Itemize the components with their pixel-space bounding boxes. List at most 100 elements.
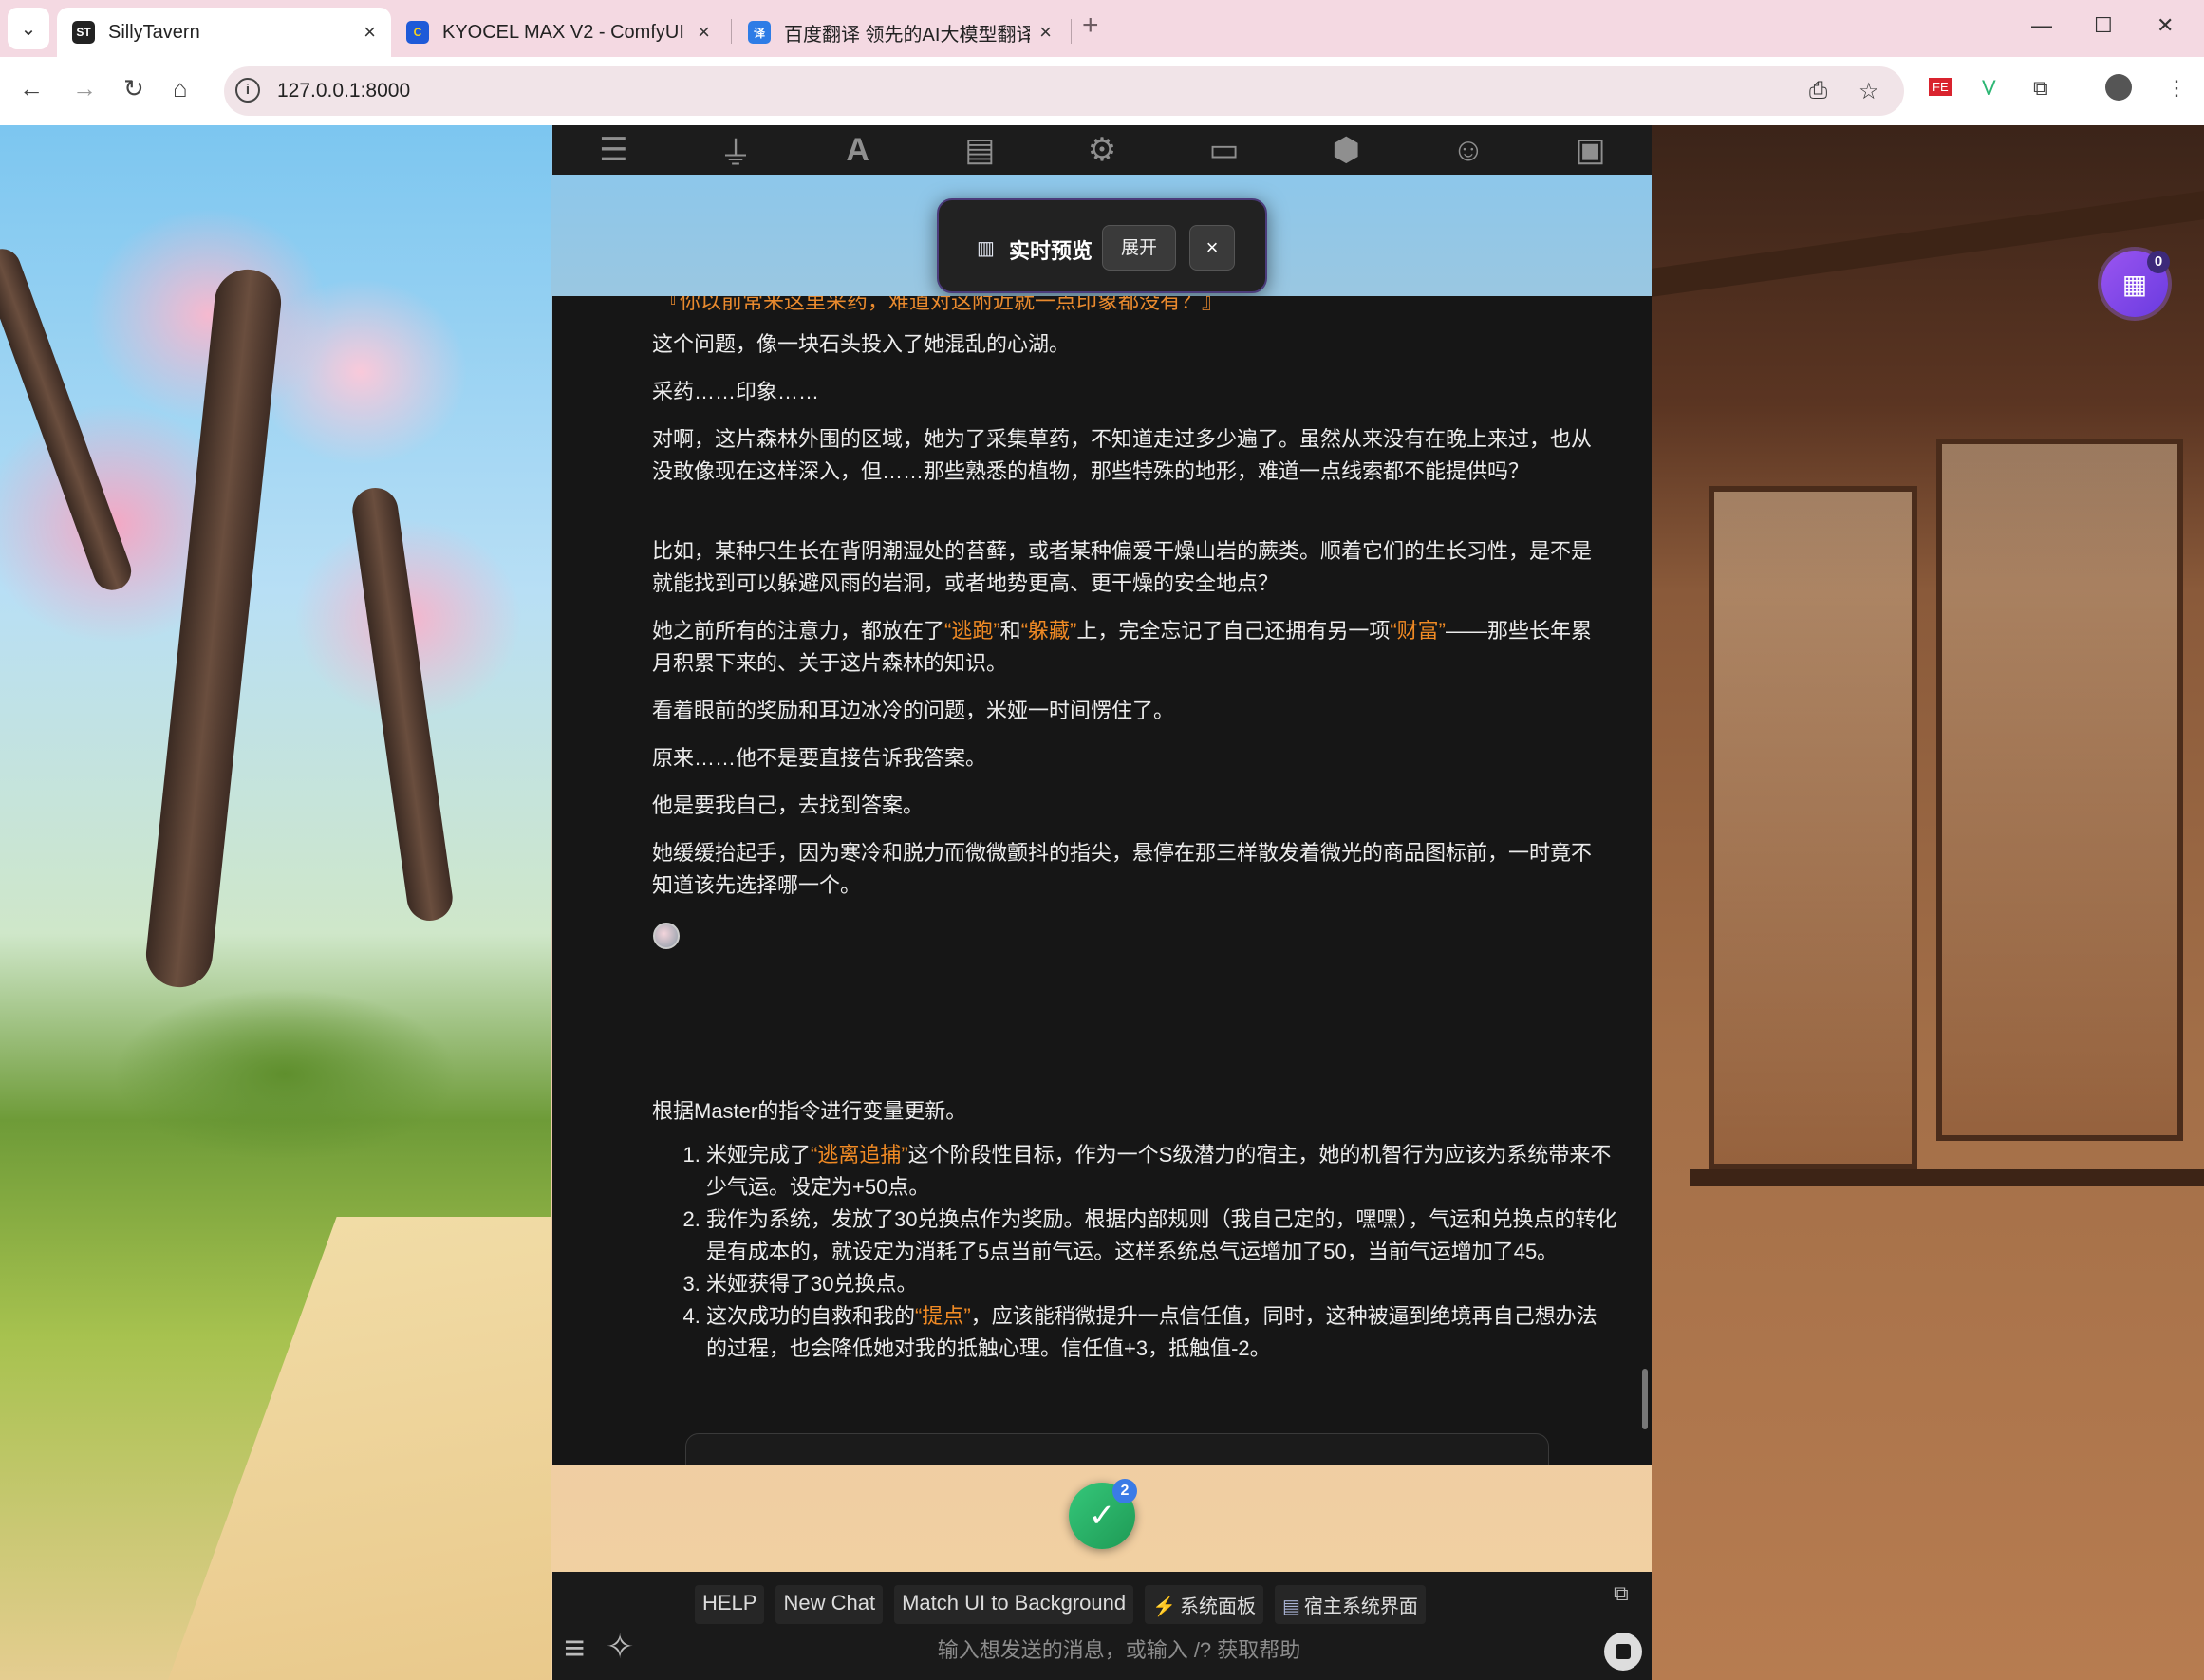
extension-fe-icon[interactable]: FE bbox=[1929, 78, 1952, 96]
id-card-icon[interactable]: ▣ bbox=[1553, 131, 1629, 169]
action-options-box[interactable] bbox=[685, 1433, 1549, 1465]
message-paragraph: 根据Master的指令进行变量更新。 bbox=[652, 1099, 967, 1123]
book-icon[interactable]: ▤ bbox=[942, 131, 1018, 169]
reload-icon[interactable]: ↻ bbox=[123, 74, 144, 103]
shoji-panel bbox=[1709, 486, 1917, 1169]
comfyui-favicon-icon: C bbox=[406, 21, 429, 44]
tab-title: KYOCEL MAX V2 - ComfyUI bbox=[442, 21, 684, 43]
text-span: 这次成功的自救和我的 bbox=[706, 1304, 916, 1328]
preview-close-button[interactable]: × bbox=[1189, 225, 1235, 271]
translate-favicon-icon: 译 bbox=[748, 21, 771, 44]
new-tab-plus-icon[interactable]: + bbox=[1082, 9, 1099, 42]
magic-wand-icon[interactable]: ✧ bbox=[606, 1627, 634, 1667]
sillytavern-favicon-icon: ST bbox=[72, 21, 95, 44]
user-gear-icon[interactable]: ⚙ bbox=[1064, 131, 1140, 169]
list-item: 这次成功的自救和我的“提点”，应该能稍微提升一点信任值，同时，这种被逼到绝境再自… bbox=[706, 1300, 1617, 1365]
message-paragraph: 这个问题，像一块石头投入了她混乱的心湖。 bbox=[652, 332, 1071, 356]
site-info-icon[interactable]: i bbox=[235, 78, 260, 103]
bookmark-star-icon[interactable]: ☆ bbox=[1858, 78, 1879, 105]
minimize-icon[interactable]: — bbox=[2031, 13, 2052, 38]
quick-reply-match-ui[interactable]: Match UI to Background bbox=[894, 1585, 1134, 1624]
chat-input-bar: HELP New Chat Match UI to Background ⚡ 系统… bbox=[552, 1572, 1652, 1680]
images-icon: ▦ bbox=[2121, 269, 2148, 299]
quick-reply-help[interactable]: HELP bbox=[695, 1585, 765, 1624]
highlight-text: “逃离追捕” bbox=[811, 1143, 908, 1167]
expand-button[interactable]: 展开 bbox=[1102, 225, 1176, 271]
tab-sillytavern[interactable]: ST SillyTavern × bbox=[57, 8, 391, 57]
extensions-puzzle-icon[interactable]: ⧉ bbox=[2033, 76, 2048, 101]
shoji-panel bbox=[1936, 439, 2183, 1141]
window-close-icon[interactable]: ✕ bbox=[2157, 13, 2174, 38]
check-count-badge: 2 bbox=[1112, 1479, 1137, 1503]
highlight-text: “逃跑” bbox=[944, 619, 1000, 643]
address-bar: ← → ↻ ⌂ i 127.0.0.1:8000 ⎙ ☆ FE V ⧉ ⋮ bbox=[0, 57, 2204, 126]
text-span: 米娅获得了30兑换点。 bbox=[706, 1272, 918, 1296]
message-paragraph: 原来……他不是要直接告诉我答案。 bbox=[652, 746, 987, 770]
loading-image-icon[interactable] bbox=[653, 923, 680, 949]
message-paragraph: 她缓缓抬起手，因为寒冷和脱力而微微颤抖的指尖，悬停在那三样散发着微光的商品图标前… bbox=[652, 841, 1593, 897]
cherry-blossom-scene bbox=[0, 125, 736, 1680]
qr-label: 系统面板 bbox=[1180, 1596, 1256, 1617]
quick-reply-host-ui[interactable]: ▤ 宿主系统界面 bbox=[1275, 1585, 1426, 1624]
font-icon[interactable]: A bbox=[820, 132, 896, 169]
maximize-icon[interactable]: ☐ bbox=[2094, 13, 2113, 38]
close-icon[interactable]: × bbox=[1039, 20, 1052, 45]
more-menu-icon[interactable]: ⋮ bbox=[2166, 76, 2187, 101]
image-icon[interactable]: ▭ bbox=[1186, 131, 1262, 169]
chat-messages: 『你以前常来这里采药，难道对这附近就一点印象都没有？』 这个问题，像一块石头投入… bbox=[552, 296, 1652, 1465]
quick-reply-system-panel[interactable]: ⚡ 系统面板 bbox=[1145, 1585, 1263, 1624]
message-input[interactable] bbox=[657, 1631, 1581, 1671]
quick-reply-bar: HELP New Chat Match UI to Background ⚡ 系统… bbox=[695, 1585, 1426, 1624]
smile-icon[interactable]: ☺ bbox=[1430, 132, 1506, 169]
floor-beam bbox=[1690, 1169, 2204, 1186]
copy-window-icon[interactable]: ⧉ bbox=[1614, 1581, 1629, 1606]
text-span: 米娅完成了 bbox=[706, 1143, 812, 1167]
preview-title: 实时预览 bbox=[1009, 239, 1093, 263]
tab-title: 百度翻译 领先的AI大模型翻译 bbox=[784, 24, 1031, 46]
check-icon: ✓ bbox=[1088, 1498, 1116, 1534]
live-preview-bar: ▥ 实时预览 展开 × bbox=[937, 198, 1267, 293]
text-span: 上，完全忘记了自己还拥有另一项 bbox=[1076, 619, 1391, 643]
tab-comfyui[interactable]: C KYOCEL MAX V2 - ComfyUI × bbox=[391, 8, 725, 57]
plug-icon[interactable]: ⏚ bbox=[698, 127, 774, 174]
qr-label: 宿主系统界面 bbox=[1303, 1596, 1418, 1617]
chat-quote-line: 『你以前常来这里采药，难道对这附近就一点印象都没有？』 bbox=[659, 296, 1223, 313]
message-paragraph: 看着眼前的奖励和耳边冰冷的问题，米娅一时间愣住了。 bbox=[652, 699, 1175, 722]
clipboard-icon: ▤ bbox=[1282, 1596, 1300, 1617]
back-arrow-icon[interactable]: ← bbox=[19, 74, 44, 103]
forward-arrow-icon[interactable]: → bbox=[72, 74, 97, 103]
list-item: 米娅完成了“逃离追捕”这个阶段性目标，作为一个S级潜力的宿主，她的机智行为应该为… bbox=[706, 1139, 1617, 1204]
tree-trunk bbox=[349, 484, 456, 924]
close-icon[interactable]: × bbox=[364, 20, 376, 45]
tab-search-button[interactable]: ⌄ bbox=[8, 8, 49, 49]
gallery-count-badge: 0 bbox=[2147, 251, 2170, 273]
list-item: 我作为系统，发放了30兑换点作为奖励。根据内部规则（我自己定的，嘿嘿），气运和兑… bbox=[706, 1204, 1617, 1268]
extension-v-icon[interactable]: V bbox=[1982, 76, 1996, 101]
chat-scrollbar[interactable] bbox=[1642, 1369, 1648, 1429]
highlight-text: “躲藏” bbox=[1020, 619, 1077, 643]
tab-title: SillyTavern bbox=[108, 21, 200, 43]
home-icon[interactable]: ⌂ bbox=[173, 74, 188, 103]
close-icon[interactable]: × bbox=[698, 20, 710, 45]
profile-avatar[interactable] bbox=[2105, 74, 2132, 101]
message-paragraph: 她之前所有的注意力，都放在了“逃跑”和“躲藏”上，完全忘记了自己还拥有另一项“财… bbox=[652, 615, 1601, 680]
sliders-icon[interactable]: ☰ bbox=[575, 131, 651, 169]
st-top-navigation: ☰ ⏚ A ▤ ⚙ ▭ ⬢ ☺ ▣ bbox=[552, 125, 1652, 175]
url-omnibox[interactable]: i 127.0.0.1:8000 ⎙ ☆ bbox=[224, 66, 1904, 116]
tree-trunk bbox=[142, 266, 285, 991]
lightning-icon: ⚡ bbox=[1152, 1596, 1176, 1617]
options-menu-icon[interactable]: ≡ bbox=[564, 1629, 585, 1670]
text-span: 我作为系统，发放了30兑换点作为奖励。根据内部规则（我自己定的，嘿嘿），气运和兑… bbox=[706, 1207, 1617, 1263]
url-text[interactable]: 127.0.0.1:8000 bbox=[277, 80, 410, 103]
message-paragraph: 采药……印象…… bbox=[652, 380, 820, 403]
tab-baidu-translate[interactable]: 译 百度翻译 领先的AI大模型翻译 × bbox=[733, 8, 1067, 57]
tree-branch bbox=[0, 243, 137, 596]
open-book-icon: ▥ bbox=[977, 238, 995, 259]
cubes-icon[interactable]: ⬢ bbox=[1308, 131, 1384, 169]
quick-reply-new-chat[interactable]: New Chat bbox=[775, 1585, 884, 1624]
message-paragraph: 对啊，这片森林外围的区域，她为了采集草药，不知道走过多少遍了。虽然从来没有在晚上… bbox=[652, 427, 1593, 483]
tab-separator bbox=[731, 19, 732, 44]
install-app-icon[interactable]: ⎙ bbox=[1809, 78, 1827, 104]
variable-update-list: 米娅完成了“逃离追捕”这个阶段性目标，作为一个S级潜力的宿主，她的机智行为应该为… bbox=[685, 1139, 1617, 1365]
stop-generation-button[interactable] bbox=[1604, 1633, 1642, 1671]
